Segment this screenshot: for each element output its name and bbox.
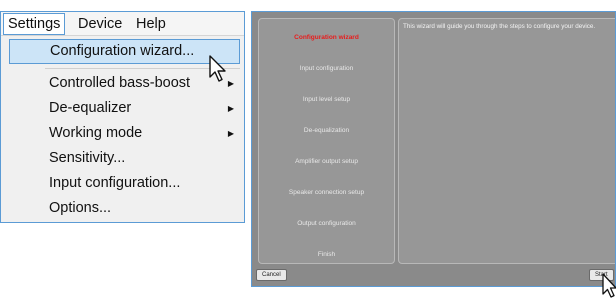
menu-item-input-configuration[interactable]: Input configuration... [9, 171, 240, 196]
menu-item-label: Input configuration... [49, 175, 181, 191]
menubar: Settings Device Help [1, 12, 244, 36]
wizard-step-finish: Finish [317, 251, 336, 258]
menu-item-options[interactable]: Options... [9, 196, 240, 221]
submenu-arrow-icon: ▶ [227, 104, 234, 113]
menubar-settings[interactable]: Settings [3, 13, 66, 35]
menu-item-label: Controlled bass-boost [49, 75, 191, 91]
wizard-step-amplifier-output-setup: Amplifier output setup [295, 158, 358, 165]
configuration-wizard-window: Configuration wizard Input configuration… [251, 11, 616, 287]
menu-item-configuration-wizard[interactable]: Configuration wizard... [9, 39, 240, 64]
settings-menu-window: Settings Device Help Configuration wizar… [0, 11, 245, 223]
wizard-description-panel: This wizard will guide you through the s… [398, 18, 615, 264]
wizard-description-text: This wizard will guide you through the s… [403, 23, 596, 30]
wizard-step-input-level-setup: Input level setup [302, 96, 351, 103]
menu-item-working-mode[interactable]: Working mode ▶ [9, 121, 240, 146]
menu-item-label: Working mode [49, 125, 143, 141]
menubar-help[interactable]: Help [132, 15, 170, 34]
cancel-button[interactable]: Cancel [256, 269, 287, 281]
wizard-step-configuration-wizard: Configuration wizard [294, 34, 359, 41]
menu-item-label: Options... [49, 200, 112, 216]
wizard-step-speaker-connection-setup: Speaker connection setup [288, 189, 365, 196]
menu-item-de-equalizer[interactable]: De-equalizer ▶ [9, 96, 240, 121]
menu-item-label: Configuration wizard... [50, 43, 195, 59]
mouse-pointer-icon [602, 273, 616, 298]
wizard-steps-panel: Configuration wizard Input configuration… [258, 18, 395, 264]
menu-item-label: Sensitivity... [49, 150, 126, 166]
wizard-step-output-configuration: Output configuration [297, 220, 356, 227]
menu-item-label: De-equalizer [49, 100, 132, 116]
wizard-step-input-configuration: Input configuration [299, 65, 354, 72]
submenu-arrow-icon: ▶ [227, 129, 234, 138]
wizard-step-de-equalization: De-equalization [303, 127, 350, 134]
menu-item-controlled-bass-boost[interactable]: Controlled bass-boost ▶ [9, 71, 240, 96]
menu-item-sensitivity[interactable]: Sensitivity... [9, 146, 240, 171]
menubar-device[interactable]: Device [74, 15, 126, 34]
mouse-pointer-icon [209, 55, 226, 82]
